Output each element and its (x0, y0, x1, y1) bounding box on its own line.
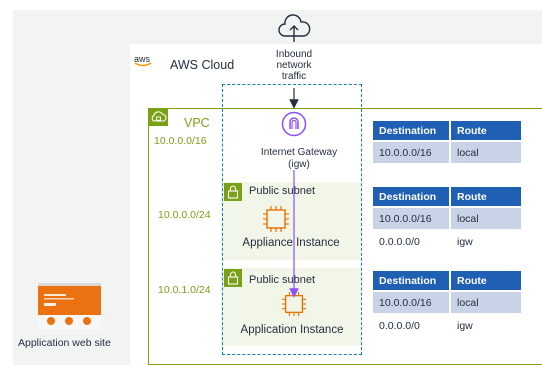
route-cell: local (449, 206, 521, 229)
table-row: 10.0.0.0/16 local (373, 140, 521, 163)
table-row: 10.0.0.0/16 local (373, 290, 521, 313)
destination-cell: 10.0.0.0/16 (373, 206, 449, 229)
destination-cell: 10.0.0.0/16 (373, 290, 449, 313)
internet-gateway-label: Internet Gateway (igw) (240, 147, 358, 171)
column-header: Route (449, 187, 521, 206)
destination-cell: 0.0.0.0/0 (373, 229, 449, 252)
route-cell: local (449, 290, 521, 313)
application-website-label: Application web site (18, 337, 111, 349)
internet-gateway-icon (281, 111, 307, 137)
table-row: 0.0.0.0/0 igw (373, 229, 521, 252)
table-row: 10.0.0.0/16 local (373, 206, 521, 229)
igw-line-1: Internet Gateway (260, 147, 338, 158)
column-header: Destination (373, 187, 449, 206)
igw-line-2: (igw) (288, 159, 310, 170)
column-header: Destination (373, 121, 449, 140)
website-thumbnail (38, 283, 101, 330)
subnet-2-route-table: Destination Route 10.0.0.0/16 local 0.0.0.… (373, 271, 521, 336)
column-header: Route (449, 121, 521, 140)
subnet-1-route-table: Destination Route 10.0.0.0/16 local 0.0.0.… (373, 187, 521, 252)
table-row: 0.0.0.0/0 igw (373, 313, 521, 336)
destination-cell: 10.0.0.0/16 (373, 140, 449, 163)
column-header: Route (449, 271, 521, 290)
column-header: Destination (373, 271, 449, 290)
route-cell: igw (449, 313, 521, 336)
vpc-route-table: Destination Route 10.0.0.0/16 local (373, 121, 521, 163)
route-cell: local (449, 140, 521, 163)
route-cell: igw (449, 229, 521, 252)
destination-cell: 0.0.0.0/0 (373, 313, 449, 336)
